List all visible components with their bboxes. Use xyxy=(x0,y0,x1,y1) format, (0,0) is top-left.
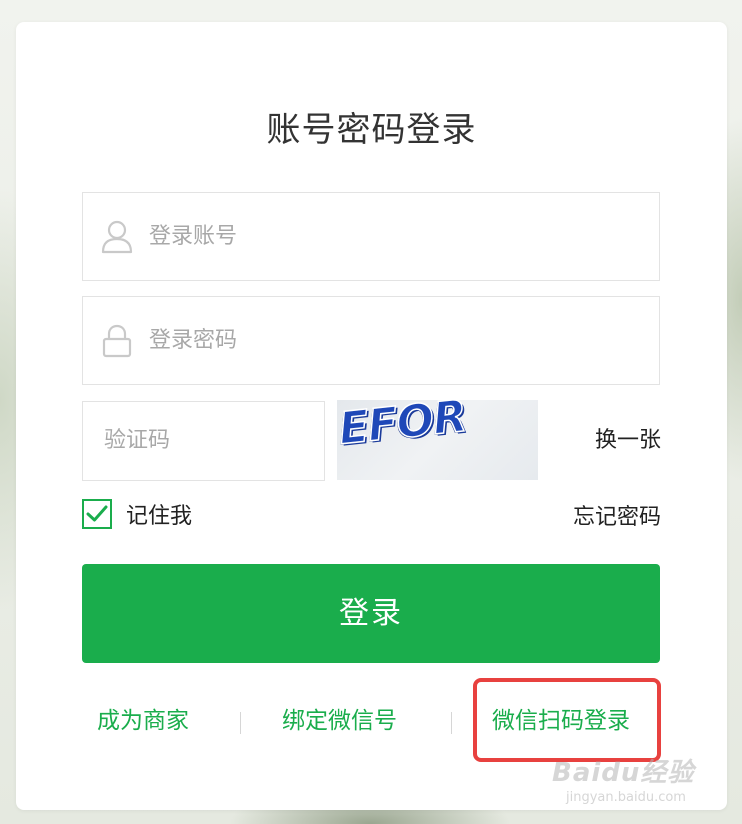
account-field[interactable]: 登录账号 xyxy=(82,192,660,281)
captcha-placeholder: 验证码 xyxy=(104,428,171,453)
become-merchant-link[interactable]: 成为商家 xyxy=(97,704,189,738)
annotation-highlight xyxy=(473,678,661,762)
baidu-watermark: Baidu经验 jingyan.baidu.com xyxy=(552,752,712,812)
account-placeholder: 登录账号 xyxy=(149,224,238,249)
login-card: 账号密码登录 登录账号 登录密码 验证码 EFOR 换一张 记住我 忘记密码 登… xyxy=(16,22,727,810)
divider xyxy=(451,712,452,734)
lock-icon xyxy=(101,324,133,358)
user-icon xyxy=(101,220,133,254)
check-icon xyxy=(86,505,108,522)
divider xyxy=(240,712,241,734)
watermark-url: jingyan.baidu.com xyxy=(566,790,686,805)
remember-me[interactable]: 记住我 xyxy=(82,498,192,530)
refresh-captcha-link[interactable]: 换一张 xyxy=(595,422,661,454)
watermark-logo: Baidu经验 xyxy=(552,758,695,788)
captcha-code: EFOR xyxy=(336,390,470,456)
remember-checkbox[interactable] xyxy=(82,499,112,529)
page-title: 账号密码登录 xyxy=(266,110,477,150)
bind-wechat-link[interactable]: 绑定微信号 xyxy=(282,704,397,738)
password-field[interactable]: 登录密码 xyxy=(82,296,660,385)
forgot-password-link[interactable]: 忘记密码 xyxy=(573,499,661,531)
password-placeholder: 登录密码 xyxy=(149,328,238,353)
captcha-image[interactable]: EFOR xyxy=(336,390,538,480)
remember-label: 记住我 xyxy=(126,504,193,529)
captcha-input[interactable]: 验证码 xyxy=(82,401,325,481)
login-button[interactable]: 登录 xyxy=(82,564,660,663)
